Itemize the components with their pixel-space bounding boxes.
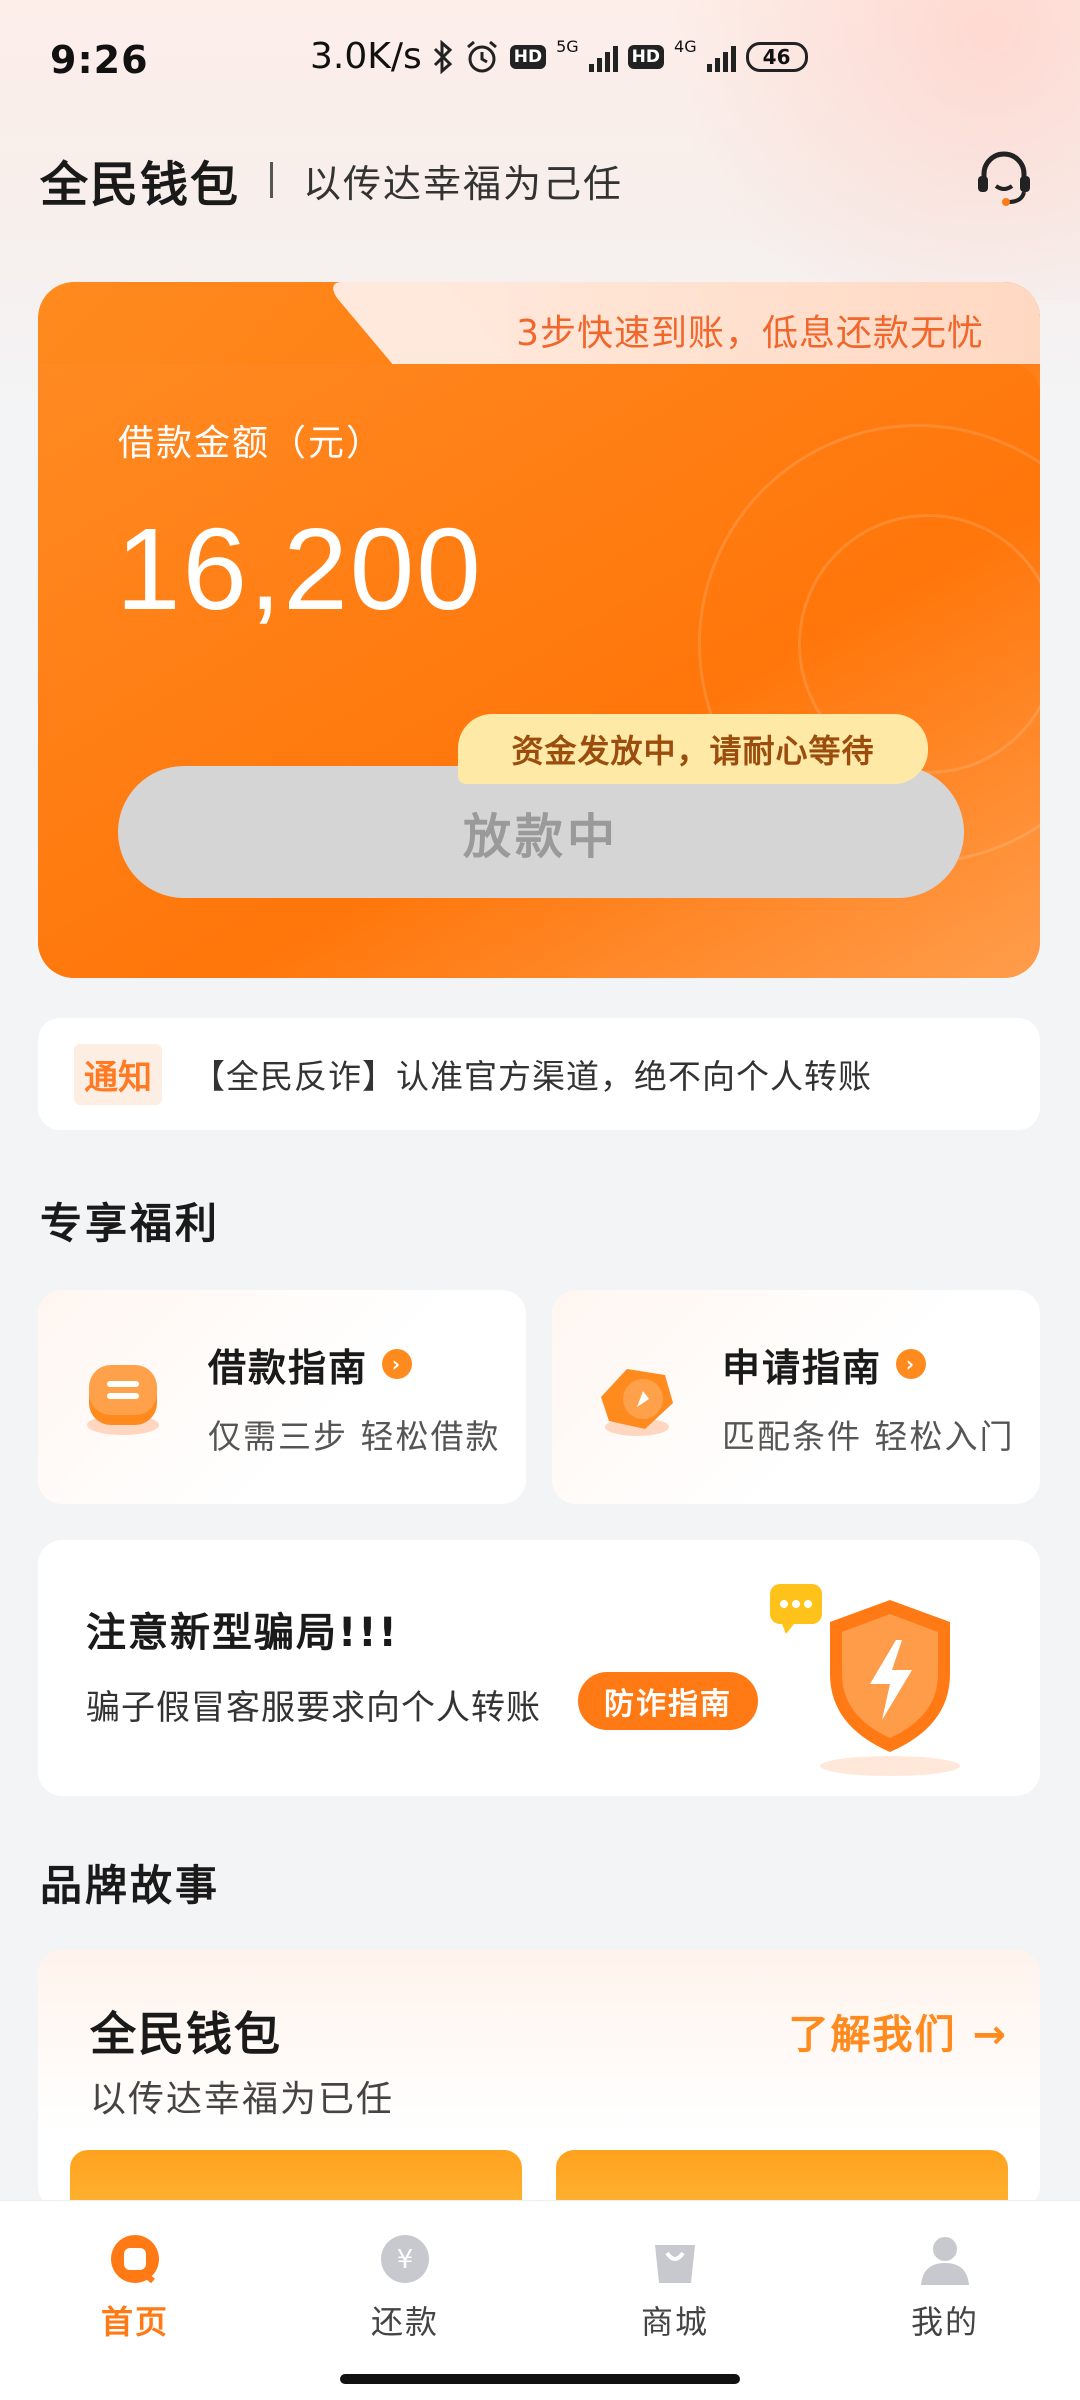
- bluetooth-icon: [432, 39, 454, 74]
- notice-bar[interactable]: 通知 【全民反诈】认准官方渠道，绝不向个人转账: [38, 1018, 1040, 1130]
- app-header: 全民钱包 以传达幸福为己任: [40, 140, 1040, 220]
- home-indicator[interactable]: [340, 2374, 740, 2384]
- nav-home[interactable]: 首页: [0, 2201, 270, 2400]
- svg-text:¥: ¥: [397, 2245, 414, 2275]
- alarm-icon: [464, 39, 500, 75]
- disbursing-tip: 资金发放中，请耐心等待: [458, 714, 928, 784]
- net-5g-label: 5G: [556, 37, 579, 56]
- brand-story-card: 全民钱包 以传达幸福为已任 了解我们 →: [38, 1950, 1040, 2210]
- chevron-right-icon: ›: [896, 1349, 927, 1379]
- card-tab-text: 3步快速到账，低息还款无忧: [516, 313, 984, 354]
- status-icons: 3.0K/s HD 5G HD 4G 46: [310, 36, 808, 77]
- loan-guide-card[interactable]: 借款指南 › 仅需三步 轻松借款: [38, 1290, 526, 1504]
- profile-icon: [917, 2231, 973, 2287]
- apply-guide-title-text: 申请指南: [722, 1345, 883, 1390]
- loan-amount: 16,200: [116, 504, 483, 634]
- nav-shop[interactable]: 商城: [540, 2201, 810, 2400]
- apply-guide-title: 申请指南 ›: [722, 1337, 1015, 1392]
- nav-home-label: 首页: [100, 2303, 169, 2341]
- fraud-warning-card[interactable]: 注意新型骗局!!! 骗子假冒客服要求向个人转账 防诈指南: [38, 1540, 1040, 1796]
- nav-repay-label: 还款: [370, 2303, 439, 2341]
- signal-icon-2: [706, 42, 736, 72]
- story-slogan: 以传达幸福为已任: [90, 2079, 395, 2120]
- chevron-right-icon: ›: [382, 1349, 413, 1379]
- home-icon: [107, 2231, 163, 2287]
- net-speed: 3.0K/s: [310, 36, 422, 77]
- fraud-description: 骗子假冒客服要求向个人转账: [86, 1688, 541, 1728]
- notice-tag: 通知: [74, 1043, 162, 1105]
- nav-shop-label: 商城: [640, 2303, 709, 2341]
- signal-icon: [588, 42, 618, 72]
- loan-status-card: 3步快速到账，低息还款无忧 借款金额（元） 16,200 放款中 资金发放中，请…: [38, 282, 1040, 978]
- apply-guide-subtitle: 匹配条件 轻松入门: [722, 1416, 1015, 1456]
- fraud-title: 注意新型骗局!!!: [86, 1610, 399, 1656]
- header-divider: [270, 162, 274, 198]
- welfare-section-title: 专享福利: [40, 1199, 221, 1248]
- nav-repay[interactable]: ¥ 还款: [270, 2201, 540, 2400]
- customer-service-button[interactable]: [968, 144, 1040, 216]
- amount-label: 借款金额（元）: [118, 423, 385, 464]
- brand-story-section-title: 品牌故事: [40, 1861, 221, 1910]
- nav-profile-label: 我的: [910, 2303, 979, 2341]
- anti-fraud-guide-button[interactable]: 防诈指南: [578, 1672, 758, 1730]
- shop-icon: [647, 2231, 703, 2287]
- status-time: 9:26: [50, 38, 149, 82]
- net-4g-label: 4G: [674, 37, 697, 56]
- header-slogan: 以传达幸福为己任: [303, 161, 624, 206]
- status-bar: 9:26 3.0K/s HD 5G HD 4G 46: [0, 0, 1080, 120]
- learn-about-us-link[interactable]: 了解我们 →: [789, 2002, 1008, 2060]
- shield-lightning-icon: [760, 1570, 990, 1780]
- loan-guide-title-text: 借款指南: [208, 1345, 369, 1390]
- brand-logo: 全民钱包: [40, 157, 241, 213]
- battery-icon: 46: [745, 41, 808, 72]
- nav-profile[interactable]: 我的: [810, 2201, 1080, 2400]
- repay-icon: ¥: [377, 2231, 433, 2287]
- bottom-nav: 首页 ¥ 还款 商城 我的: [0, 2200, 1080, 2400]
- loan-guide-icon: [68, 1342, 178, 1452]
- hd-badge: HD: [509, 44, 547, 69]
- headset-icon: [972, 146, 1036, 214]
- loan-guide-subtitle: 仅需三步 轻松借款: [208, 1416, 501, 1456]
- disbursing-button[interactable]: 放款中: [118, 766, 964, 898]
- loan-guide-title: 借款指南 ›: [208, 1337, 501, 1392]
- notice-text: 【全民反诈】认准官方渠道，绝不向个人转账: [192, 1057, 872, 1096]
- apply-guide-icon: [582, 1342, 692, 1452]
- story-brand: 全民钱包: [90, 2007, 282, 2061]
- apply-guide-card[interactable]: 申请指南 › 匹配条件 轻松入门: [552, 1290, 1040, 1504]
- hd-badge-2: HD: [627, 44, 665, 69]
